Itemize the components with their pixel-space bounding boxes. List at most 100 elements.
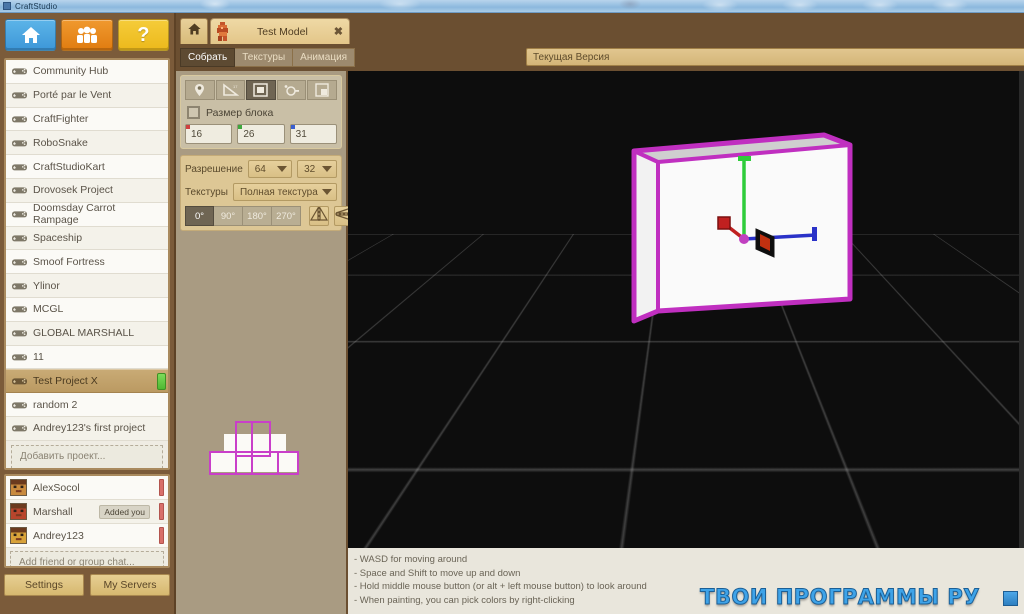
rotate-180-button[interactable]: 180° [243,206,272,226]
viewport-scrollbar[interactable] [1019,71,1024,614]
gamepad-icon [12,257,27,267]
craftstudio-window: CraftStudio ? Community Hub Porté par le… [0,0,1024,614]
gamepad-icon [12,328,27,338]
project-list: Community Hub Porté par le Vent CraftFight… [4,58,170,470]
gamepad-icon [12,376,27,386]
tab-label: Test Model [237,26,328,38]
project-item[interactable]: Ylinor [6,274,168,298]
model-cube[interactable] [626,129,856,324]
avatar [10,503,27,520]
project-item[interactable]: GLOBAL MARSHALL [6,322,168,346]
scale-tool[interactable] [307,80,337,100]
block-size-fields: 16 26 31 [185,124,337,144]
project-item[interactable]: Andrey123's first project [6,417,168,441]
home-button[interactable] [5,19,56,51]
project-item[interactable]: Porté par le Vent [6,84,168,108]
block-size-checkbox[interactable] [187,106,200,119]
project-label: MCGL [33,303,63,315]
tool-group-texture: Разрешение 64 32 Текстуры Полная текстур… [180,155,342,231]
block-tool[interactable] [246,80,276,100]
square-icon [253,83,268,97]
textures-value: Полная текстура [240,187,322,198]
project-item[interactable]: CraftStudioKart [6,155,168,179]
project-item-selected[interactable]: Test Project X [6,369,168,393]
chevron-down-icon [277,166,287,172]
community-button[interactable] [61,19,112,51]
tab-test-model[interactable]: Test Model ✖ [210,18,350,44]
svg-text:17: 17 [233,84,238,89]
app-icon [3,2,11,10]
add-project-button[interactable]: Добавить проект... [11,445,163,469]
textures-dropdown[interactable]: Полная текстура [233,183,337,201]
gamepad-icon [12,114,27,124]
watermark-text: ТВОИ ПРОГРАММЫ РУ [700,591,980,605]
rotate-270-button[interactable]: 270° [272,206,301,226]
uv-layout-preview [198,416,320,482]
block-size-z-input[interactable]: 31 [290,124,337,144]
tab-animaciya[interactable]: Анимация [293,48,355,67]
angle-tool[interactable]: 17 [216,80,246,100]
project-label: Community Hub [33,65,108,77]
avatar [10,479,27,496]
project-label: RoboSnake [33,137,88,149]
project-item[interactable]: Community Hub [6,60,168,84]
resolution-b-dropdown[interactable]: 32 [297,160,337,178]
project-item[interactable]: CraftFighter [6,108,168,132]
friend-item[interactable]: Marshall Added you [6,500,168,524]
project-label: random 2 [33,399,77,411]
window-title: CraftStudio [15,2,57,11]
block-size-x-input[interactable]: 16 [185,124,232,144]
gamepad-icon [12,162,27,172]
tab-home[interactable] [180,18,208,44]
add-friend-button[interactable]: Add friend or group chat... [10,551,164,568]
project-label: GLOBAL MARSHALL [33,327,134,339]
project-item[interactable]: Drovosek Project [6,179,168,203]
angle-icon: 17 [222,83,239,97]
help-line: - WASD for moving around [354,553,1024,567]
project-label: Test Project X [33,375,98,387]
project-item[interactable]: MCGL [6,298,168,322]
settings-button[interactable]: Settings [4,574,84,596]
my-servers-button[interactable]: My Servers [90,574,170,596]
friend-item[interactable]: AlexSocol [6,476,168,500]
version-dropdown[interactable]: Текущая Версия [526,48,1024,66]
titlebar-gloss [0,0,1024,13]
rotate-90-button[interactable]: 90° [214,206,243,226]
project-item[interactable]: Doomsday Carrot Rampage [6,203,168,227]
friend-name: Andrey123 [33,530,153,542]
project-item[interactable]: 11 [6,346,168,370]
friend-item[interactable]: Andrey123 [6,524,168,548]
pivot-tool[interactable] [185,80,215,100]
home-icon [20,25,42,45]
textures-label: Текстуры [185,187,228,198]
project-item[interactable]: Spaceship [6,227,168,251]
flip-horizontal-button[interactable] [309,206,329,226]
3d-viewport[interactable]: - WASD for moving around - Space and Shi… [348,71,1024,614]
tab-sobrat[interactable]: Собрать [180,48,235,67]
resolution-a-dropdown[interactable]: 64 [248,160,292,178]
left-sidebar: ? Community Hub Porté par le Vent CraftFig… [0,13,176,614]
project-item[interactable]: random 2 [6,393,168,417]
gamepad-icon [12,423,27,433]
project-item[interactable]: RoboSnake [6,131,168,155]
offset-tool[interactable] [277,80,307,100]
flip-h-icon [310,207,328,226]
help-line: - Space and Shift to move up and down [354,567,1024,581]
rotate-0-button[interactable]: 0° [185,206,214,226]
help-button[interactable]: ? [118,19,169,51]
project-label: Drovosek Project [33,184,113,196]
tab-tekstury[interactable]: Текстуры [235,48,293,67]
block-size-y-input[interactable]: 26 [237,124,284,144]
status-badge: Added you [99,505,150,519]
question-icon: ? [137,25,149,45]
rotation-row: 0° 90° 180° 270° [185,206,337,226]
project-item[interactable]: Smoof Fortress [6,250,168,274]
gamepad-icon [12,400,27,410]
chevron-down-icon [322,189,332,195]
gamepad-icon [12,66,27,76]
tool-icon-row: 17 [185,80,337,100]
friend-status-indicator [159,527,164,544]
block-size-row[interactable]: Размер блока [187,106,337,119]
viewport-help-text: - WASD for moving around - Space and Shi… [348,548,1024,614]
close-icon[interactable]: ✖ [334,25,343,38]
